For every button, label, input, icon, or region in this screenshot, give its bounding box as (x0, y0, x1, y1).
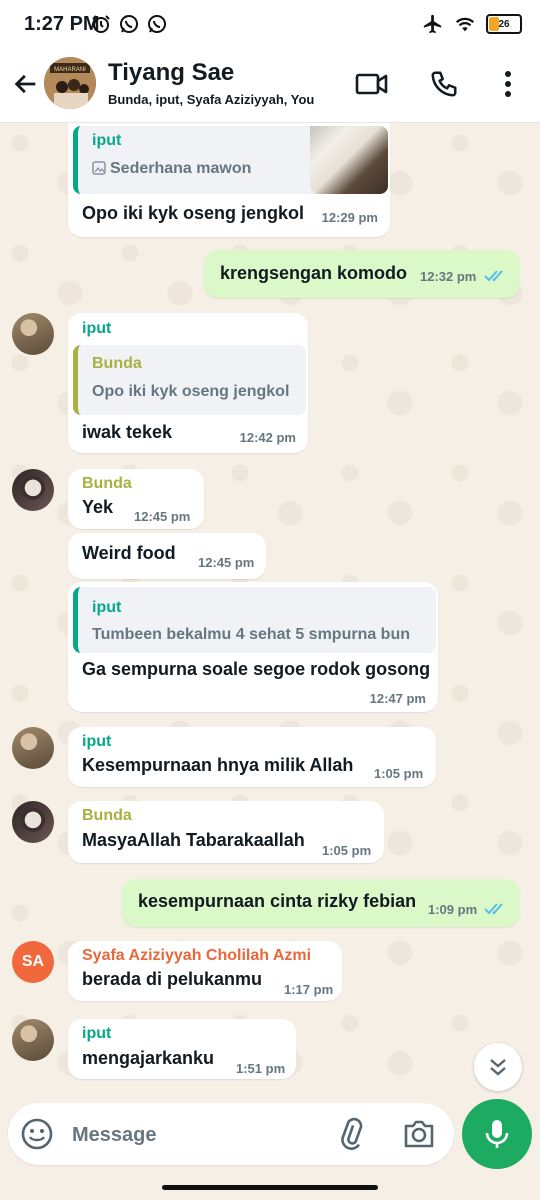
message-input[interactable] (70, 1118, 324, 1152)
group-photo: MAHARANI (44, 57, 96, 109)
quoted-sender: iput (92, 599, 122, 616)
message-text: kesempurnaan cinta rizky febian (138, 891, 417, 911)
quoted-image-thumbnail (310, 126, 388, 194)
more-vertical-icon (505, 71, 511, 97)
message-bubble[interactable]: iput Kesempurnaan hnya milik Allah 1:05 … (68, 727, 436, 787)
emoji-button[interactable] (20, 1117, 54, 1151)
arrow-left-icon (14, 74, 36, 94)
sender-name: Bunda (82, 475, 132, 492)
video-call-button[interactable] (352, 64, 392, 104)
sender-name: Bunda (82, 807, 132, 824)
home-gesture-handle[interactable] (162, 1185, 378, 1190)
quoted-text: Opo iki kyk oseng jengkol (92, 383, 290, 400)
sender-avatar-bunda[interactable] (12, 469, 54, 511)
scroll-to-bottom-button[interactable] (474, 1043, 522, 1091)
sender-name: iput (82, 733, 112, 750)
message-text: Opo iki kyk oseng jengkol (82, 203, 305, 223)
airplane-mode-icon (422, 13, 444, 35)
attach-button[interactable] (338, 1117, 368, 1151)
status-time: 1:27 PM (24, 13, 100, 35)
message-time: 12:32 pm (420, 269, 477, 284)
voice-message-button[interactable] (462, 1099, 532, 1169)
chat-title[interactable]: Tiyang Sae (108, 59, 234, 87)
message-bubble-outgoing[interactable]: krengsengan komodo 12:32 pm (204, 250, 520, 298)
message-time: 12:45 pm (134, 509, 191, 524)
quoted-text: Sederhana mawon (110, 160, 252, 177)
message-text: krengsengan komodo (220, 263, 408, 283)
message-time: 1:05 pm (322, 843, 372, 858)
microphone-icon (485, 1120, 509, 1148)
sender-name: iput (82, 320, 112, 337)
alarm-icon (90, 13, 112, 35)
message-bubble[interactable]: Weird food 12:45 pm (68, 533, 266, 579)
message-time: 1:51 pm (236, 1061, 286, 1076)
quoted-sender: Bunda (92, 355, 142, 372)
back-button[interactable] (8, 66, 44, 102)
whatsapp-notification-icon-2 (146, 13, 168, 35)
battery-indicator: 26 (486, 14, 522, 34)
message-time: 1:09 pm (428, 902, 478, 917)
message-time: 1:05 pm (374, 766, 424, 781)
message-text: Ga sempurna soale segoe rodok gosong (82, 659, 431, 679)
message-composer (8, 1103, 454, 1165)
system-nav-bar (0, 1172, 540, 1200)
voice-call-button[interactable] (424, 64, 464, 104)
more-options-button[interactable] (488, 64, 528, 104)
quoted-text: Tumbeen bekalmu 4 sehat 5 smpurna bun (92, 626, 410, 643)
whatsapp-notification-icon (118, 13, 140, 35)
image-icon (92, 161, 106, 180)
message-text: iwak tekek (82, 422, 173, 442)
quoted-sender: iput (92, 132, 122, 149)
message-text: berada di pelukanmu (82, 969, 263, 989)
sender-avatar-iput[interactable] (12, 1019, 54, 1061)
read-receipt-icon (484, 903, 503, 915)
sender-avatar-iput[interactable] (12, 313, 54, 355)
message-bubble[interactable]: iput Tumbeen bekalmu 4 sehat 5 smpurna b… (68, 582, 438, 712)
sender-avatar-iput[interactable] (12, 727, 54, 769)
message-bubble-outgoing[interactable]: kesempurnaan cinta rizky febian 1:09 pm (122, 879, 520, 927)
message-bubble[interactable]: Bunda MasyaAllah Tabarakaallah 1:05 pm (68, 801, 384, 863)
group-avatar[interactable]: MAHARANI (44, 57, 96, 109)
message-time: 12:47 pm (369, 691, 426, 706)
message-bubble[interactable]: iput Sederhana mawon Opo iki kyk oseng j… (68, 123, 390, 237)
quoted-message[interactable]: iput Sederhana mawon (73, 126, 388, 194)
message-time: 1:17 pm (284, 982, 334, 997)
phone-icon (431, 71, 457, 97)
status-notification-icons (90, 13, 168, 35)
status-system-icons: 26 (422, 13, 522, 35)
sender-name: Syafa Aziziyyah Cholilah Azmi (82, 947, 312, 964)
status-bar: 1:27 PM 26 (0, 0, 540, 50)
message-time: 12:29 pm (321, 210, 378, 225)
wifi-icon (454, 13, 476, 35)
sender-avatar-syafa[interactable]: SA (12, 941, 54, 983)
message-bubble[interactable]: Syafa Aziziyyah Cholilah Azmi berada di … (68, 941, 342, 1001)
message-bubble[interactable]: Bunda Yek 12:45 pm (68, 469, 204, 529)
sender-avatar-bunda[interactable] (12, 801, 54, 843)
double-chevron-down-icon (490, 1059, 506, 1076)
camera-button[interactable] (402, 1118, 436, 1150)
message-time: 12:42 pm (239, 430, 296, 445)
message-bubble[interactable]: iput Bunda Opo iki kyk oseng jengkol iwa… (68, 313, 308, 453)
group-avatar-text: MAHARANI (54, 67, 86, 73)
message-text: Yek (82, 497, 114, 517)
quoted-text-row: Sederhana mawon (92, 160, 251, 180)
message-bubble[interactable]: iput mengajarkanku 1:51 pm (68, 1019, 296, 1079)
message-list[interactable]: iput Sederhana mawon Opo iki kyk oseng j… (0, 123, 540, 1100)
read-receipt-icon (484, 270, 503, 282)
message-text: Weird food (82, 543, 176, 563)
chat-participants[interactable]: Bunda, iput, Syafa Aziziyyah, You (108, 92, 314, 107)
quoted-message[interactable]: iput Tumbeen bekalmu 4 sehat 5 smpurna b… (73, 587, 436, 653)
message-text: mengajarkanku (82, 1048, 215, 1068)
quoted-message[interactable]: Bunda Opo iki kyk oseng jengkol (73, 345, 306, 415)
message-text: Kesempurnaan hnya milik Allah (82, 755, 354, 775)
video-camera-icon (355, 73, 388, 95)
message-time: 12:45 pm (198, 555, 255, 570)
battery-level: 26 (498, 18, 510, 30)
message-text: MasyaAllah Tabarakaallah (82, 830, 305, 850)
sender-name: iput (82, 1025, 112, 1042)
chat-header: MAHARANI Tiyang Sae Bunda, iput, Syafa A… (0, 50, 540, 123)
